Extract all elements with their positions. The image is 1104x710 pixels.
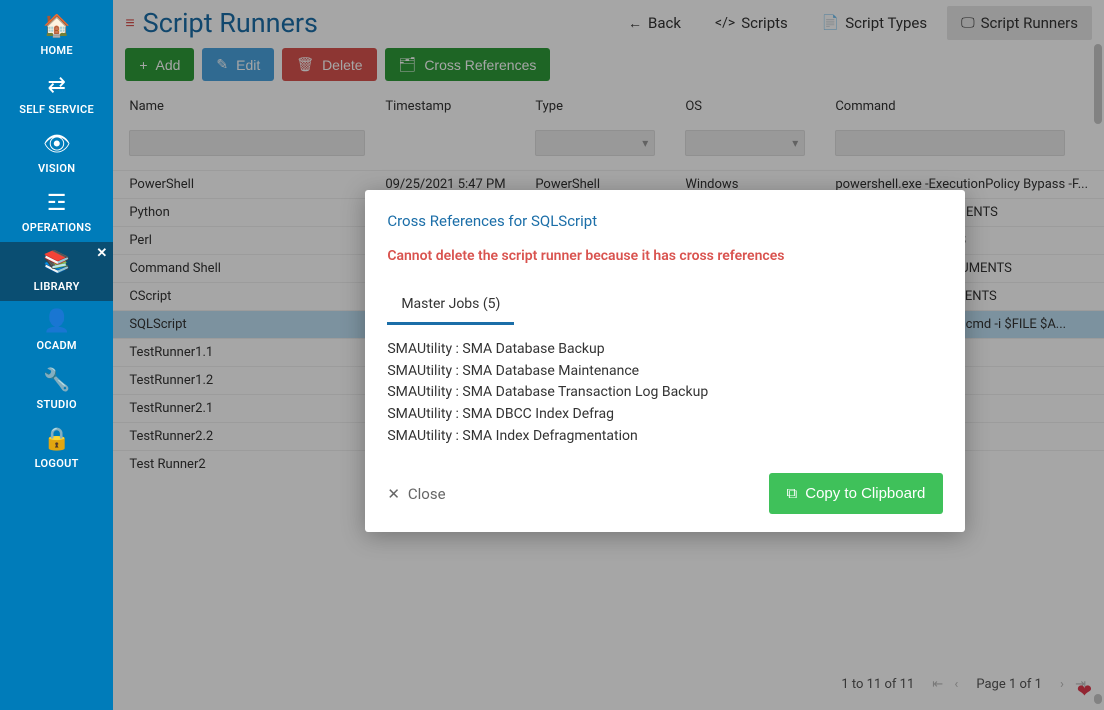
copy-to-clipboard-button[interactable]: ⧉ Copy to Clipboard bbox=[769, 473, 944, 514]
copy-icon: ⧉ bbox=[787, 485, 798, 502]
modal-title: Cross References for SQLScript bbox=[387, 212, 943, 230]
modal-list: SMAUtility : SMA Database BackupSMAUtili… bbox=[387, 339, 943, 447]
button-label: Copy to Clipboard bbox=[805, 485, 925, 502]
list-item: SMAUtility : SMA Database Maintenance bbox=[387, 361, 943, 383]
nav-label: VISION bbox=[0, 162, 113, 175]
nav-label: OCADM bbox=[0, 339, 113, 352]
nav-home[interactable]: 🏠 HOME bbox=[0, 6, 113, 65]
nav-vision[interactable]: 👁 VISION bbox=[0, 124, 113, 183]
nav-label: LIBRARY bbox=[0, 280, 113, 293]
user-icon: 👤 bbox=[0, 311, 113, 333]
modal-warning: Cannot delete the script runner because … bbox=[387, 248, 943, 264]
wrench-icon: 🔧 bbox=[0, 370, 113, 392]
nav-self-service[interactable]: ⇄ SELF SERVICE bbox=[0, 65, 113, 124]
list-item: SMAUtility : SMA DBCC Index Defrag bbox=[387, 404, 943, 426]
close-icon: ✕ bbox=[387, 485, 400, 503]
button-label: Close bbox=[408, 485, 446, 503]
list-item: SMAUtility : SMA Database Transaction Lo… bbox=[387, 382, 943, 404]
cross-references-modal: Cross References for SQLScript Cannot de… bbox=[365, 190, 965, 532]
list-item: SMAUtility : SMA Database Backup bbox=[387, 339, 943, 361]
list-item: SMAUtility : SMA Index Defragmentation bbox=[387, 426, 943, 448]
nav-studio[interactable]: 🔧 STUDIO bbox=[0, 360, 113, 419]
lock-icon: 🔒 bbox=[0, 429, 113, 451]
nav-label: SELF SERVICE bbox=[0, 103, 113, 116]
modal-tab-master-jobs[interactable]: Master Jobs (5) bbox=[387, 288, 514, 325]
nav-library[interactable]: ✕ 📚 LIBRARY bbox=[0, 242, 113, 301]
home-icon: 🏠 bbox=[0, 16, 113, 38]
nav-label: OPERATIONS bbox=[0, 221, 113, 234]
nav-logout[interactable]: 🔒 LOGOUT bbox=[0, 419, 113, 478]
close-icon[interactable]: ✕ bbox=[96, 246, 107, 261]
sidebar: 🏠 HOME ⇄ SELF SERVICE 👁 VISION ☲ OPERATI… bbox=[0, 0, 113, 710]
list-icon: ☲ bbox=[0, 193, 113, 215]
nav-label: LOGOUT bbox=[0, 457, 113, 470]
swap-icon: ⇄ bbox=[0, 75, 113, 97]
modal-close-button[interactable]: ✕ Close bbox=[387, 485, 445, 503]
nav-label: HOME bbox=[0, 44, 113, 57]
nav-ocadm[interactable]: 👤 OCADM bbox=[0, 301, 113, 360]
nav-operations[interactable]: ☲ OPERATIONS bbox=[0, 183, 113, 242]
nav-label: STUDIO bbox=[0, 398, 113, 411]
main: ≡ Script Runners ← Back </> Scripts 📄 Sc… bbox=[113, 0, 1104, 710]
eye-icon: 👁 bbox=[0, 134, 113, 156]
